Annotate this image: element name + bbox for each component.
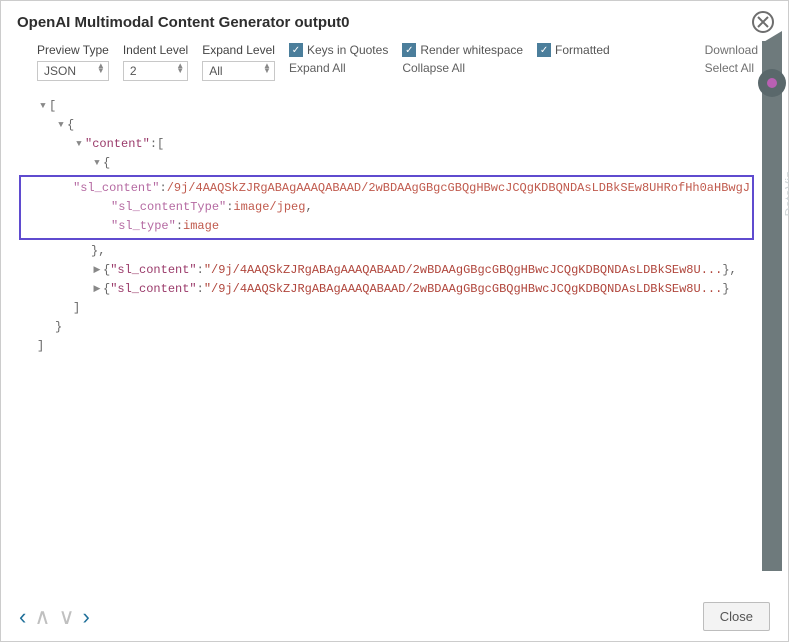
json-bracket: ] <box>73 299 80 318</box>
json-brace: }, <box>91 242 105 261</box>
preview-type-select[interactable]: JSON ▲▼ <box>37 61 109 81</box>
render-whitespace-label: Render whitespace <box>420 43 523 57</box>
nav-down-icon[interactable]: ∨ <box>58 604 74 630</box>
collapse-toggle-icon[interactable]: ▼ <box>91 154 103 173</box>
checkbox-checked-icon: ✓ <box>537 43 551 57</box>
json-brace: { <box>103 154 110 173</box>
nav-prev-icon[interactable]: ‹ <box>19 604 26 630</box>
collapse-toggle-icon[interactable]: ▼ <box>37 97 49 116</box>
indent-level-select[interactable]: 2 ▲▼ <box>123 61 188 81</box>
keys-in-quotes-label: Keys in Quotes <box>307 43 388 57</box>
select-arrows-icon: ▲▼ <box>97 63 105 73</box>
preview-type-value: JSON <box>44 64 76 78</box>
nav-up-icon[interactable]: ∧ <box>34 604 50 630</box>
download-link[interactable]: Download <box>705 43 758 57</box>
select-arrows-icon: ▲▼ <box>263 63 271 73</box>
close-icon[interactable] <box>752 11 774 33</box>
formatted-checkbox[interactable]: ✓ Formatted <box>537 43 610 57</box>
checkbox-checked-icon: ✓ <box>289 43 303 57</box>
nav-next-icon[interactable]: › <box>83 604 90 630</box>
expand-toggle-icon[interactable]: ▶ <box>91 261 103 280</box>
json-value: image/jpeg <box>233 198 305 217</box>
render-whitespace-checkbox[interactable]: ✓ Render whitespace <box>402 43 523 57</box>
json-key: "sl_content" <box>110 280 196 299</box>
dataviz-knob-icon[interactable] <box>758 69 786 97</box>
nav-arrows: ‹ ∧ ∨ › <box>19 604 90 630</box>
json-bracket: [ <box>157 135 164 154</box>
indent-level-value: 2 <box>130 64 137 78</box>
json-viewer[interactable]: ▼ [ ▼ { ▼"content": [ ▼ { "sl_content": … <box>19 97 754 583</box>
dataviz-side-tab[interactable] <box>762 41 782 571</box>
expand-toggle-icon[interactable]: ▶ <box>91 280 103 299</box>
preview-type-label: Preview Type <box>37 43 109 57</box>
formatted-label: Formatted <box>555 43 610 57</box>
json-brace: } <box>55 318 62 337</box>
checkbox-checked-icon: ✓ <box>402 43 416 57</box>
indent-level-label: Indent Level <box>123 43 188 57</box>
select-arrows-icon: ▲▼ <box>176 63 184 73</box>
json-value: "/9j/4AAQSkZJRgABAgAAAQABAAD/2wBDAAgGBgc… <box>204 280 722 299</box>
expand-level-label: Expand Level <box>202 43 275 57</box>
json-key: "sl_content" <box>110 261 196 280</box>
json-key: "content" <box>85 135 150 154</box>
expand-level-select[interactable]: All ▲▼ <box>202 61 275 81</box>
expand-all-link[interactable]: Expand All <box>289 61 388 75</box>
collapse-all-link[interactable]: Collapse All <box>402 61 523 75</box>
collapse-toggle-icon[interactable]: ▼ <box>55 116 67 135</box>
json-value: "/9j/4AAQSkZJRgABAgAAAQABAAD/2wBDAAgGBgc… <box>204 261 722 280</box>
json-bracket: ] <box>37 337 44 356</box>
json-brace: { <box>67 116 74 135</box>
close-button[interactable]: Close <box>703 602 770 631</box>
collapse-toggle-icon[interactable]: ▼ <box>73 135 85 154</box>
dialog-title: OpenAI Multimodal Content Generator outp… <box>17 14 350 31</box>
json-key: "sl_content" <box>73 179 159 198</box>
dataviz-label: DataViz <box>782 171 789 216</box>
json-value: image <box>183 217 219 236</box>
json-key: "sl_contentType" <box>111 198 226 217</box>
keys-in-quotes-checkbox[interactable]: ✓ Keys in Quotes <box>289 43 388 57</box>
select-all-link[interactable]: Select All <box>705 61 754 75</box>
toolbar: Preview Type JSON ▲▼ Indent Level 2 ▲▼ E… <box>1 39 788 87</box>
json-bracket: [ <box>49 97 56 116</box>
highlighted-json-node: "sl_content": /9j/4AAQSkZJRgABAgAAAQABAA… <box>19 175 754 240</box>
json-key: "sl_type" <box>111 217 176 236</box>
expand-level-value: All <box>209 64 222 78</box>
json-value: /9j/4AAQSkZJRgABAgAAAQABAAD/2wBDAAgGBgcG… <box>167 179 750 198</box>
